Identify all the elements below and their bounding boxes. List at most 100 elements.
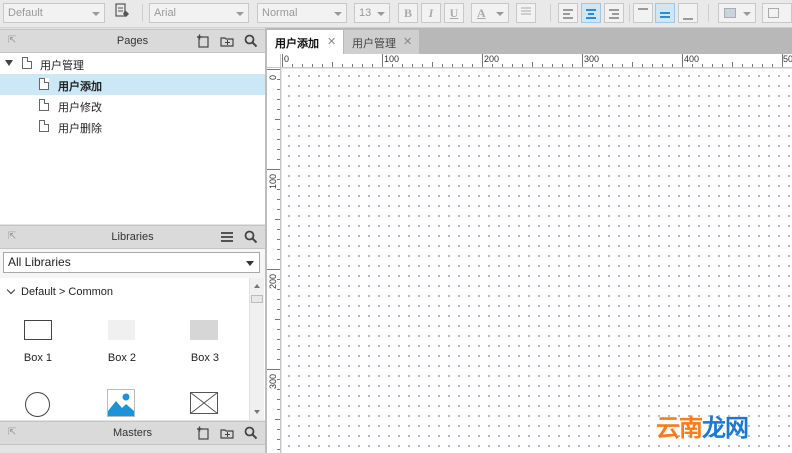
italic-button[interactable]: I	[421, 3, 441, 23]
library-breadcrumb[interactable]: Default > Common	[6, 285, 114, 298]
close-icon[interactable]: ✕	[403, 35, 412, 48]
page-icon	[39, 99, 49, 111]
widget-label: Box 2	[107, 352, 137, 364]
ruler-corner	[267, 54, 281, 68]
underline-button[interactable]: U	[444, 3, 464, 23]
page-tab-bar: 用户添加 ✕ 用户管理 ✕	[267, 28, 792, 54]
formatting-toolbar: Default Arial Normal 13 B I U A	[0, 0, 792, 28]
site-watermark: 云南龙网	[656, 408, 749, 443]
toolbar-divider	[629, 4, 630, 22]
tree-item-user-management[interactable]: 用户管理	[0, 53, 265, 74]
bold-button[interactable]: B	[398, 3, 418, 23]
add-folder-icon[interactable]	[220, 426, 234, 440]
align-left-icon[interactable]	[558, 3, 578, 23]
shadow-button[interactable]	[762, 3, 792, 23]
ruler-label: 300	[268, 373, 278, 389]
ruler-ticks	[282, 54, 783, 67]
scroll-up-icon[interactable]	[254, 284, 260, 288]
ruler-label: 100	[384, 54, 400, 64]
chevron-down-icon	[743, 12, 751, 16]
tab-label: 用户添加	[275, 37, 319, 50]
tree-item-label: 用户删除	[58, 122, 102, 135]
chevron-down-icon	[6, 285, 16, 295]
tree-item-label: 用户管理	[40, 59, 84, 72]
tree-item-user-add[interactable]: 用户添加	[0, 74, 265, 95]
box1-widget-icon[interactable]	[24, 320, 52, 340]
style-select[interactable]: Default	[3, 3, 105, 23]
box2-widget-icon[interactable]	[108, 320, 135, 340]
search-icon[interactable]	[244, 34, 258, 48]
toolbar-divider	[142, 4, 143, 22]
close-icon[interactable]: ✕	[327, 35, 336, 48]
expand-triangle-icon[interactable]	[5, 60, 13, 66]
ruler-label: 200	[268, 273, 278, 289]
design-canvas[interactable]	[282, 69, 792, 453]
ruler-label: 200	[484, 54, 500, 64]
tree-item-label: 用户修改	[58, 101, 102, 114]
pages-tree: 用户管理 用户添加 用户修改 用户删除	[0, 53, 265, 224]
font-weight-select[interactable]: Normal	[257, 3, 347, 23]
ruler-label: 100	[268, 173, 278, 189]
watermark-part2: 龙网	[702, 414, 749, 442]
shadow-icon	[768, 8, 779, 18]
toolbar-divider	[708, 4, 709, 22]
tree-item-user-edit[interactable]: 用户修改	[0, 95, 265, 116]
font-family-value: Arial	[154, 7, 177, 19]
font-weight-value: Normal	[262, 7, 298, 19]
scroll-thumb[interactable]	[251, 295, 263, 303]
vertical-ruler: 0 100 200 300	[267, 68, 281, 453]
chevron-down-icon	[246, 261, 254, 266]
ruler-ticks	[267, 69, 280, 450]
font-family-select[interactable]: Arial	[149, 3, 249, 23]
valign-bottom-icon[interactable]	[678, 3, 698, 23]
libraries-panel-header: ⇱ Libraries	[0, 225, 265, 249]
add-master-icon[interactable]	[196, 426, 210, 440]
add-page-icon[interactable]	[196, 34, 210, 48]
horizontal-ruler: 0 100 200 300 400 50	[267, 54, 792, 68]
library-breadcrumb-label: Default > Common	[21, 286, 114, 298]
fill-color-button[interactable]	[718, 3, 756, 23]
page-icon	[22, 57, 32, 69]
bullet-list-icon[interactable]	[516, 3, 536, 23]
tab-user-add[interactable]: 用户添加 ✕	[267, 30, 343, 54]
menu-icon[interactable]	[220, 230, 234, 244]
ruler-label: 50	[783, 54, 792, 64]
format-painter-icon[interactable]	[112, 3, 132, 23]
box3-widget-icon[interactable]	[190, 320, 218, 340]
tab-user-management[interactable]: 用户管理 ✕	[344, 30, 419, 54]
scroll-down-icon[interactable]	[254, 410, 260, 414]
align-right-icon[interactable]	[604, 3, 624, 23]
ellipse-widget-icon[interactable]	[25, 392, 50, 417]
ruler-label: 300	[584, 54, 600, 64]
pages-panel-header: ⇱ Pages	[0, 29, 265, 53]
font-size-value: 13	[359, 7, 372, 19]
search-icon[interactable]	[244, 426, 258, 440]
library-widgets: Default > Common Box 1 Box 2 Box 3	[0, 278, 265, 420]
tree-item-label: 用户添加	[58, 80, 102, 93]
valign-top-icon[interactable]	[633, 3, 653, 23]
valign-middle-icon[interactable]	[655, 3, 675, 23]
image-widget-icon[interactable]	[107, 389, 135, 417]
fill-swatch-icon	[724, 8, 736, 18]
library-select[interactable]: All Libraries	[3, 252, 260, 273]
page-icon	[39, 78, 49, 90]
font-size-select[interactable]: 13	[354, 3, 390, 23]
placeholder-widget-icon[interactable]	[190, 392, 218, 414]
search-icon[interactable]	[244, 230, 258, 244]
tree-item-user-delete[interactable]: 用户删除	[0, 116, 265, 137]
ruler-label: 400	[684, 54, 700, 64]
widget-label: Box 1	[23, 352, 53, 364]
library-select-value: All Libraries	[8, 255, 71, 269]
watermark-part1: 云南	[656, 414, 703, 442]
chevron-down-icon	[496, 12, 504, 16]
masters-panel-header: ⇱ Masters	[0, 421, 265, 445]
page-icon	[39, 120, 49, 132]
library-scrollbar[interactable]	[249, 278, 264, 420]
add-folder-icon[interactable]	[220, 34, 234, 48]
tab-label: 用户管理	[352, 37, 396, 50]
widget-label: Box 3	[190, 352, 220, 364]
align-center-icon[interactable]	[581, 3, 601, 23]
font-color-button[interactable]: A	[471, 3, 509, 23]
ruler-label: 0	[268, 74, 278, 80]
toolbar-divider	[550, 4, 551, 22]
